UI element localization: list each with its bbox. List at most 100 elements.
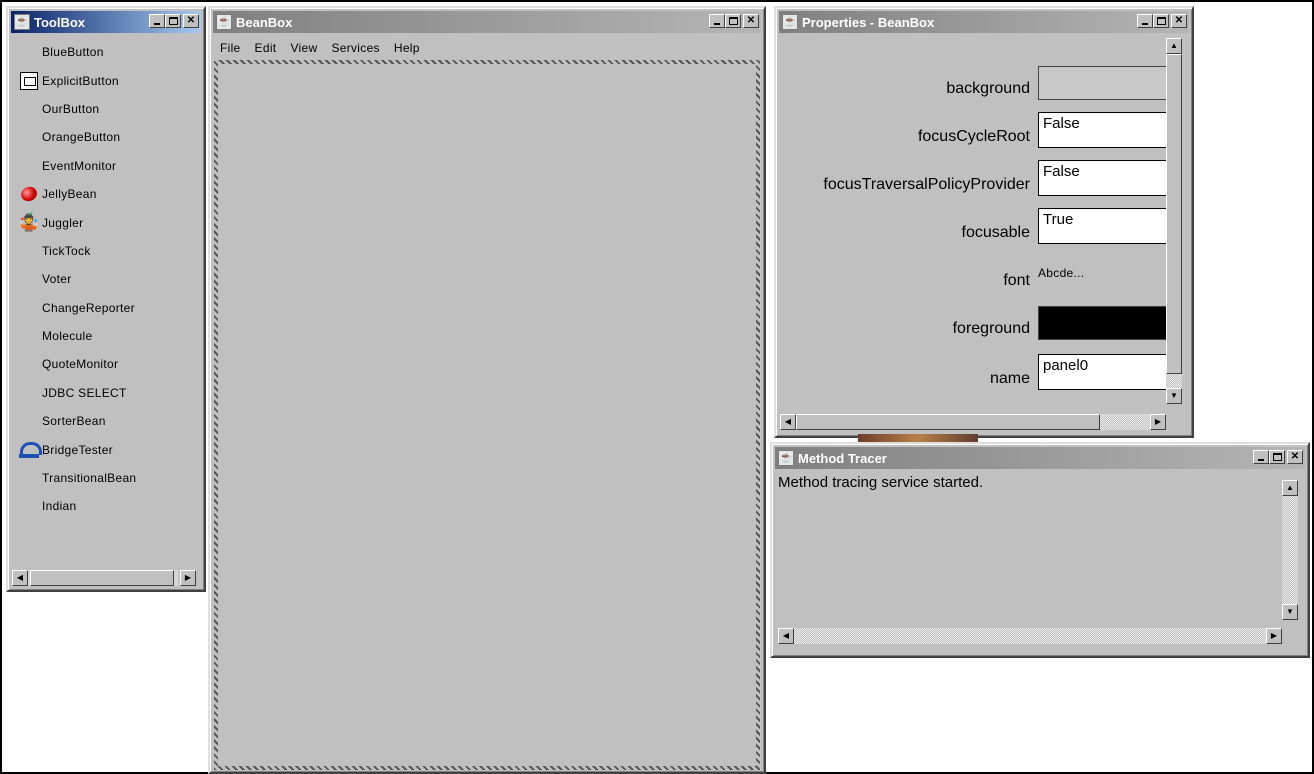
maximize-button[interactable] bbox=[165, 14, 181, 28]
properties-title: Properties - BeanBox bbox=[802, 14, 935, 30]
scroll-left-button[interactable]: ◀ bbox=[780, 414, 796, 430]
scroll-right-button[interactable]: ▶ bbox=[1266, 628, 1282, 644]
toolbox-item-ticktock[interactable]: TickTock bbox=[14, 237, 200, 265]
foreground-color-swatch[interactable] bbox=[1038, 306, 1166, 340]
property-row-focuscycleroot: focusCycleRoot False bbox=[780, 110, 1166, 150]
toolbox-item-label: OurButton bbox=[42, 101, 100, 116]
properties-hscroll-track[interactable] bbox=[796, 414, 1150, 430]
toolbox-item-jdbc-select[interactable]: JDBC SELECT bbox=[14, 379, 200, 407]
property-label: name bbox=[989, 370, 1030, 387]
toolbox-item-label: Molecule bbox=[42, 329, 93, 344]
name-field[interactable]: panel0 bbox=[1038, 354, 1166, 390]
beanbox-title: BeanBox bbox=[236, 14, 293, 30]
toolbox-item-transitionalbean[interactable]: TransitionalBean bbox=[14, 464, 200, 492]
beanbox-window: ☕ BeanBox ✕ File Edit View Services Help bbox=[208, 6, 766, 774]
maximize-button[interactable] bbox=[1153, 14, 1169, 28]
toolbox-item-molecule[interactable]: Molecule bbox=[14, 322, 200, 350]
menu-file[interactable]: File bbox=[220, 40, 241, 56]
toolbox-item-label: Juggler bbox=[42, 215, 84, 230]
toolbox-item-quotemonitor[interactable]: QuoteMonitor bbox=[14, 350, 200, 378]
close-button[interactable]: ✕ bbox=[183, 14, 199, 28]
toolbox-item-sorterbean[interactable]: SorterBean bbox=[14, 407, 200, 435]
property-row-focusable: focusable True bbox=[780, 206, 1166, 246]
toolbox-bean-list: BlueButton ExplicitButton OurButton OrangeB… bbox=[14, 38, 200, 521]
toolbox-item-label: Voter bbox=[42, 272, 72, 287]
tracer-vscroll-track[interactable] bbox=[1282, 496, 1298, 604]
java-cup-icon: ☕ bbox=[782, 14, 798, 30]
jellybean-icon bbox=[18, 183, 40, 205]
toolbox-item-label: ExplicitButton bbox=[42, 73, 119, 88]
java-cup-icon: ☕ bbox=[216, 14, 232, 30]
toolbox-item-orangebutton[interactable]: OrangeButton bbox=[14, 123, 200, 151]
toolbox-item-label: EventMonitor bbox=[42, 158, 117, 173]
toolbox-title: ToolBox bbox=[34, 14, 86, 30]
toolbox-titlebar[interactable]: ☕ ToolBox ✕ bbox=[11, 11, 201, 33]
toolbox-item-ourbutton[interactable]: OurButton bbox=[14, 95, 200, 123]
focusTraversalPolicyProvider-field[interactable]: False bbox=[1038, 160, 1166, 196]
property-row-focustraversalpolicyprovider: focusTraversalPolicyProvider False bbox=[780, 158, 1166, 198]
toolbox-hscroll-thumb[interactable] bbox=[30, 570, 174, 586]
maximize-button[interactable] bbox=[1269, 450, 1285, 464]
toolbox-item-jellybean[interactable]: JellyBean bbox=[14, 180, 200, 208]
scroll-up-button[interactable]: ▲ bbox=[1166, 38, 1182, 54]
close-button[interactable]: ✕ bbox=[1171, 14, 1187, 28]
toolbox-item-label: OrangeButton bbox=[42, 130, 121, 145]
juggler-icon: 🤹 bbox=[17, 212, 41, 233]
close-button[interactable]: ✕ bbox=[743, 14, 759, 28]
close-button[interactable]: ✕ bbox=[1287, 450, 1303, 464]
background-color-swatch[interactable] bbox=[1038, 66, 1166, 100]
property-row-font: font Abcde... bbox=[780, 254, 1166, 294]
maximize-button[interactable] bbox=[725, 14, 741, 28]
scroll-down-button[interactable]: ▼ bbox=[1282, 604, 1298, 620]
toolbox-item-label: TickTock bbox=[42, 243, 91, 258]
property-label: background bbox=[946, 80, 1030, 97]
tracer-output-text: Method tracing service started. bbox=[778, 474, 984, 491]
properties-vscroll-thumb[interactable] bbox=[1166, 54, 1182, 374]
scroll-right-button[interactable]: ▶ bbox=[180, 570, 196, 586]
minimize-button[interactable] bbox=[1137, 14, 1153, 28]
property-label: font bbox=[1003, 272, 1030, 289]
toolbox-item-changereporter[interactable]: ChangeReporter bbox=[14, 294, 200, 322]
toolbox-window: ☕ ToolBox ✕ BlueButton ExplicitButton OurB… bbox=[6, 6, 206, 592]
property-label: focusCycleRoot bbox=[917, 128, 1030, 145]
tracer-titlebar[interactable]: ☕ Method Tracer ✕ bbox=[775, 447, 1305, 469]
scroll-left-button[interactable]: ◀ bbox=[12, 570, 28, 586]
minimize-button[interactable] bbox=[149, 14, 165, 28]
focusable-field[interactable]: True bbox=[1038, 208, 1166, 244]
font-preview[interactable]: Abcde... bbox=[1038, 266, 1084, 280]
properties-hscroll-thumb[interactable] bbox=[796, 414, 1100, 430]
toolbox-item-explicitbutton[interactable]: ExplicitButton bbox=[14, 66, 200, 94]
toolbox-item-bridgetester[interactable]: BridgeTester bbox=[14, 435, 200, 463]
properties-window: ☕ Properties - BeanBox ✕ background focus… bbox=[774, 6, 1194, 438]
beanbox-design-canvas[interactable] bbox=[214, 60, 760, 770]
method-tracer-window: ☕ Method Tracer ✕ Method tracing service… bbox=[770, 442, 1310, 658]
toolbox-item-bluebutton[interactable]: BlueButton bbox=[14, 38, 200, 66]
scroll-down-button[interactable]: ▼ bbox=[1166, 388, 1182, 404]
property-row-name: name panel0 bbox=[780, 352, 1166, 392]
beanbox-menubar: File Edit View Services Help bbox=[214, 38, 760, 58]
menu-view[interactable]: View bbox=[290, 40, 317, 56]
menu-services[interactable]: Services bbox=[331, 40, 379, 56]
tracer-title: Method Tracer bbox=[798, 450, 887, 466]
toolbox-item-indian[interactable]: Indian bbox=[14, 492, 200, 520]
tracer-hscroll-track[interactable] bbox=[794, 628, 1266, 644]
menu-edit[interactable]: Edit bbox=[255, 40, 277, 56]
menu-help[interactable]: Help bbox=[394, 40, 420, 56]
toolbox-item-label: QuoteMonitor bbox=[42, 357, 119, 372]
properties-vscroll-track[interactable] bbox=[1166, 54, 1182, 388]
property-row-foreground: foreground bbox=[780, 302, 1166, 342]
scroll-up-button[interactable]: ▲ bbox=[1282, 480, 1298, 496]
toolbox-item-juggler[interactable]: 🤹 Juggler bbox=[14, 208, 200, 236]
property-label: foreground bbox=[952, 320, 1030, 337]
scroll-right-button[interactable]: ▶ bbox=[1150, 414, 1166, 430]
toolbox-hscroll-track[interactable] bbox=[28, 570, 178, 586]
minimize-button[interactable] bbox=[709, 14, 725, 28]
scroll-left-button[interactable]: ◀ bbox=[778, 628, 794, 644]
toolbox-item-eventmonitor[interactable]: EventMonitor bbox=[14, 152, 200, 180]
properties-titlebar[interactable]: ☕ Properties - BeanBox ✕ bbox=[779, 11, 1189, 33]
toolbox-item-voter[interactable]: Voter bbox=[14, 265, 200, 293]
beanbox-titlebar[interactable]: ☕ BeanBox ✕ bbox=[213, 11, 761, 33]
focusCycleRoot-field[interactable]: False bbox=[1038, 112, 1166, 148]
toolbox-item-label: BridgeTester bbox=[42, 442, 113, 457]
minimize-button[interactable] bbox=[1253, 450, 1269, 464]
